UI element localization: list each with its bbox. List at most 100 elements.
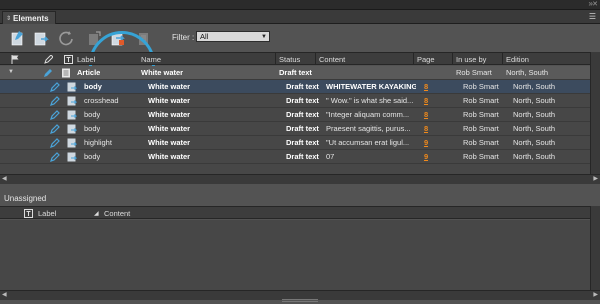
column-divider[interactable] <box>413 53 414 65</box>
row-label: crosshead <box>84 96 119 105</box>
column-label-header[interactable]: Label <box>38 209 56 218</box>
article-icon <box>61 68 71 78</box>
row-in-use-by: Rob Smart <box>463 152 499 161</box>
column-page-header[interactable]: Page <box>417 55 435 64</box>
column-divider[interactable] <box>452 53 453 65</box>
row-status: Draft text <box>286 124 319 133</box>
resize-grip[interactable] <box>282 299 318 302</box>
table-row[interactable]: body White water Draft text Praesent sag… <box>0 122 590 136</box>
text-type-icon[interactable] <box>64 55 73 64</box>
panel-menu-icon[interactable]: ☰ <box>589 12 596 21</box>
row-label: body <box>84 82 102 91</box>
row-in-use-by: Rob Smart <box>463 96 499 105</box>
row-content: " Wow." is what she said... <box>326 96 414 105</box>
filter-label: Filter : <box>172 33 195 42</box>
text-frame-icon <box>67 82 77 92</box>
text-frame-icon <box>67 138 77 148</box>
new-element-icon[interactable] <box>10 30 26 46</box>
column-edition-header[interactable]: Edition <box>506 55 529 64</box>
scroll-left-icon[interactable]: ◀ <box>2 175 7 182</box>
row-name: White water <box>148 138 191 147</box>
unassigned-grid <box>0 220 590 290</box>
pencil-icon[interactable] <box>50 152 60 162</box>
export-icon[interactable] <box>33 30 49 46</box>
toolbar: Filter : All ▼ <box>0 24 600 97</box>
column-divider[interactable] <box>275 53 276 65</box>
vertical-scrollbar[interactable] <box>590 206 600 290</box>
pencil-icon[interactable] <box>50 110 60 120</box>
row-in-use-by: Rob Smart <box>463 110 499 119</box>
refresh-icon[interactable] <box>58 30 74 46</box>
table-row[interactable]: crosshead White water Draft text " Wow."… <box>0 94 590 108</box>
table-row[interactable]: body White water Draft text WHITEWATER K… <box>0 80 590 94</box>
table-row[interactable]: body White water Draft text 07 9 Rob Sma… <box>0 150 590 164</box>
row-page-link[interactable]: 8 <box>424 82 428 91</box>
row-edition: North, South <box>513 110 556 119</box>
filter-value: All <box>200 32 209 41</box>
row-status: Draft text <box>286 152 319 161</box>
column-in-use-by-header[interactable]: In use by <box>456 55 486 64</box>
text-frame-icon <box>67 110 77 120</box>
scroll-right-icon[interactable]: ▶ <box>593 175 598 182</box>
row-label: body <box>84 110 101 119</box>
column-divider[interactable] <box>502 53 503 65</box>
scroll-left-icon[interactable]: ◀ <box>2 291 7 298</box>
row-edition: North, South <box>513 82 556 91</box>
check-in-icon[interactable] <box>110 30 126 46</box>
row-edition: North, South <box>513 138 556 147</box>
pencil-icon[interactable] <box>50 138 60 148</box>
unassigned-title: Unassigned <box>4 194 47 203</box>
pencil-icon[interactable] <box>50 82 60 92</box>
article-row[interactable]: ▼ Article White water Draft text Rob Sma… <box>0 66 590 80</box>
article-edition: North, South <box>506 68 549 77</box>
row-name: White water <box>148 82 191 91</box>
column-divider[interactable] <box>315 53 316 65</box>
row-name: White water <box>148 96 191 105</box>
pencil-icon[interactable] <box>50 96 60 106</box>
row-name: White water <box>148 152 191 161</box>
text-type-icon[interactable] <box>24 209 33 218</box>
row-status: Draft text <box>286 82 319 91</box>
scroll-right-icon[interactable]: ▶ <box>593 291 598 298</box>
sort-arrow-icon[interactable]: ◢ <box>94 210 99 217</box>
detach-icon[interactable] <box>86 30 102 46</box>
column-name-header[interactable]: Name <box>141 55 161 64</box>
close-panel-icon[interactable]: ✕ <box>592 0 598 8</box>
row-label: body <box>84 124 101 133</box>
collapse-arrows-icon[interactable]: ⇕ <box>6 15 11 22</box>
tab-elements-label: Elements <box>13 13 49 23</box>
pencil-icon[interactable] <box>44 55 53 64</box>
pencil-icon[interactable] <box>50 124 60 134</box>
row-page-link[interactable]: 8 <box>424 96 428 105</box>
vertical-scrollbar[interactable] <box>590 52 600 174</box>
chevron-down-icon: ▼ <box>261 34 267 40</box>
pencil-icon[interactable] <box>43 68 53 78</box>
row-edition: North, South <box>513 96 556 105</box>
row-page-link[interactable]: 9 <box>424 138 428 147</box>
column-status-header[interactable]: Status <box>279 55 300 64</box>
article-name: White water <box>141 68 184 77</box>
column-label-header[interactable]: Label <box>77 55 95 64</box>
row-in-use-by: Rob Smart <box>463 138 499 147</box>
filter-select[interactable]: All ▼ <box>196 31 270 42</box>
row-page-link[interactable]: 8 <box>424 110 428 119</box>
text-frame-icon <box>67 152 77 162</box>
column-content-header[interactable]: Content <box>319 55 345 64</box>
row-content: 07 <box>326 152 335 161</box>
table-row[interactable]: highlight White water Draft text "Ut acc… <box>0 136 590 150</box>
text-frame-icon <box>67 96 77 106</box>
column-content-header[interactable]: Content <box>104 209 130 218</box>
table-row[interactable]: body White water Draft text "Integer ali… <box>0 108 590 122</box>
row-name: White water <box>148 124 191 133</box>
tab-elements[interactable]: ⇕ Elements <box>2 11 56 24</box>
horizontal-scrollbar[interactable]: ◀ ▶ <box>0 174 600 184</box>
flag-icon[interactable] <box>11 55 20 64</box>
expand-triangle-icon[interactable]: ▼ <box>8 69 14 75</box>
check-out-icon[interactable] <box>136 30 152 46</box>
row-content: Praesent sagittis, purus... <box>326 124 411 133</box>
row-content: "Integer aliquam comm... <box>326 110 410 119</box>
row-page-link[interactable]: 8 <box>424 124 428 133</box>
row-label: body <box>84 152 101 161</box>
row-page-link[interactable]: 9 <box>424 152 428 161</box>
article-in-use-by: Rob Smart <box>456 68 492 77</box>
